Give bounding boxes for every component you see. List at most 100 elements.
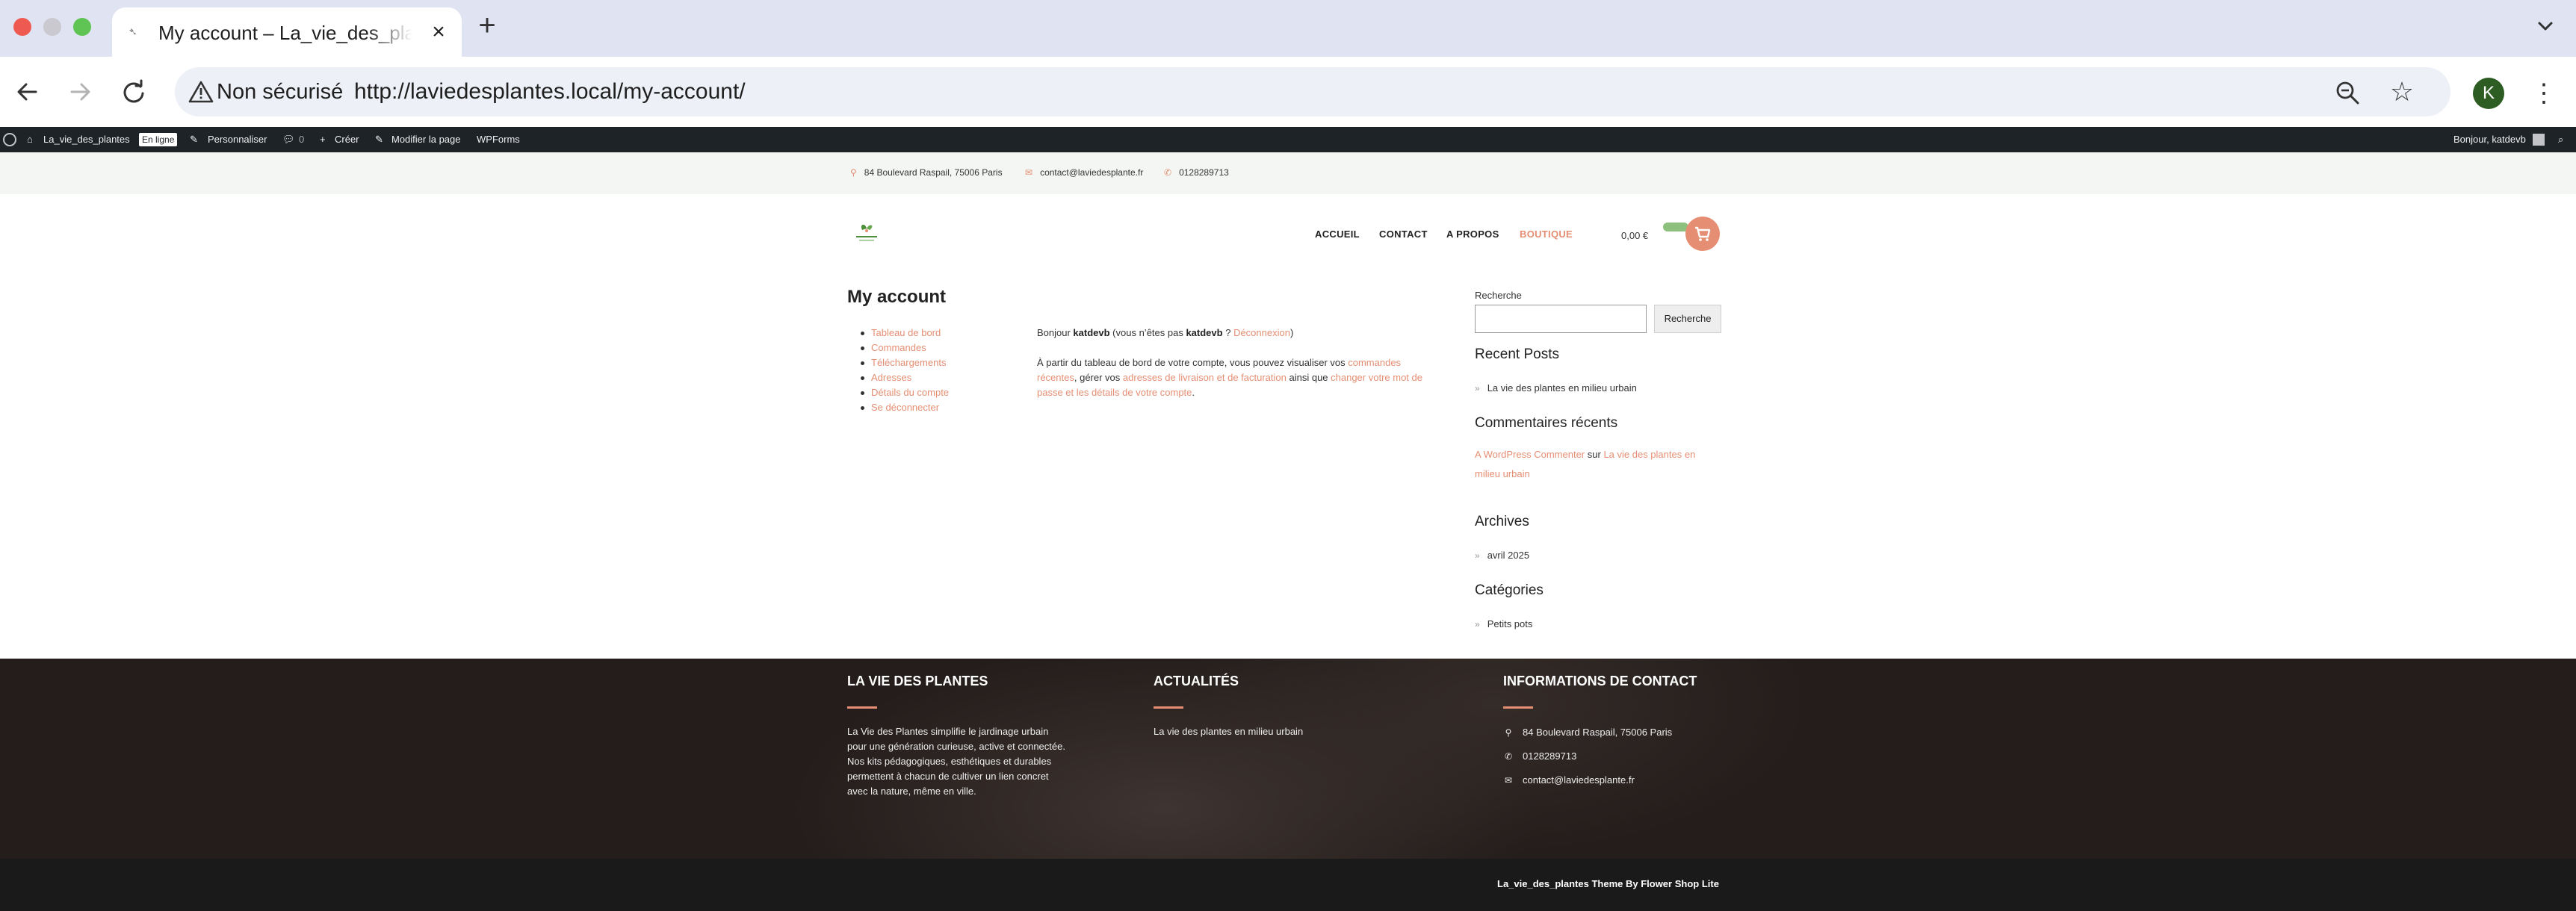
site-footer: LA VIE DES PLANTES La Vie des Plantes si… <box>0 659 2576 859</box>
tab-title: My account – La_vie_des_plantes <box>158 22 412 44</box>
footer-email[interactable]: ✉ contact@laviedesplante.fr <box>1503 774 1635 787</box>
comments-count[interactable]: 0 <box>299 127 304 152</box>
admin-edit-page-link[interactable]: Modifier la page <box>391 127 461 152</box>
footer-news-item[interactable]: La vie des plantes en milieu urbain <box>1154 724 1303 739</box>
site-header: ACCUEIL CONTACT A PROPOS BOUTIQUE 0,00 € <box>0 194 2576 276</box>
phone-icon: ✆ <box>1164 167 1172 178</box>
admin-customize-link[interactable]: Personnaliser <box>208 127 267 152</box>
dashboard-text-2: , gérer vos <box>1074 372 1123 383</box>
cart-icon <box>1695 226 1711 241</box>
active-tab[interactable]: ➴ My account – La_vie_des_plantes × <box>112 7 462 57</box>
address-bar[interactable]: Non sécurisé http://laviedesplantes.loca… <box>175 67 2450 116</box>
brush-icon: ✎ <box>190 134 198 145</box>
dashboard-text-1: À partir du tableau de bord de votre com… <box>1037 357 1349 368</box>
reload-icon[interactable] <box>117 75 151 109</box>
browser-window: ➴ My account – La_vie_des_plantes × + No… <box>0 0 2576 911</box>
footer-divider <box>1154 706 1183 709</box>
kebab-menu-icon[interactable]: ⋮ <box>2531 76 2557 111</box>
footer-phone-text: 0128289713 <box>1523 750 1577 762</box>
greeting-username-2: katdevb <box>1186 327 1223 338</box>
greeting-end: ) <box>1289 327 1294 338</box>
zoom-icon[interactable] <box>2334 79 2361 106</box>
addresses-link[interactable]: adresses de livraison et de facturation <box>1123 372 1287 383</box>
dashboard-description: À partir du tableau de bord de votre com… <box>1037 355 1440 400</box>
security-label[interactable]: Non sécurisé <box>217 78 343 106</box>
footer-phone[interactable]: ✆ 0128289713 <box>1503 750 1576 763</box>
account-nav-orders[interactable]: Commandes <box>860 341 949 355</box>
recent-post-item[interactable]: » La vie des plantes en milieu urbain <box>1475 382 1637 394</box>
footer-credits[interactable]: La_vie_des_plantes Theme By Flower Shop … <box>1497 878 1719 889</box>
topinfo-email[interactable]: ✉ contact@laviedesplante.fr <box>1025 166 1143 179</box>
menu-item-a-propos[interactable]: A PROPOS <box>1446 228 1499 240</box>
account-nav-addresses[interactable]: Adresses <box>860 370 949 385</box>
url-text[interactable]: http://laviedesplantes.local/my-account/ <box>354 78 746 106</box>
comment-author-link[interactable]: A WordPress Commenter <box>1475 449 1585 460</box>
footer-about-text: La Vie des Plantes simplifie le jardinag… <box>847 726 1065 797</box>
admin-site-name[interactable]: La_vie_des_plantes <box>43 127 130 152</box>
warning-icon[interactable] <box>188 80 214 104</box>
topinfo-address-text: 84 Boulevard Raspail, 75006 Paris <box>864 167 1003 178</box>
menu-item-boutique[interactable]: BOUTIQUE <box>1520 228 1573 240</box>
menu-item-accueil[interactable]: ACCUEIL <box>1315 228 1360 240</box>
forward-icon[interactable] <box>63 75 97 109</box>
footer-divider <box>847 706 877 709</box>
window-maximize-button[interactable] <box>73 18 91 36</box>
admin-greeting[interactable]: Bonjour, katdevb <box>2453 127 2526 152</box>
cart-indicator <box>1663 223 1688 231</box>
window-close-button[interactable] <box>13 18 31 36</box>
tab-list-chevron-icon[interactable] <box>2534 15 2557 37</box>
account-nav-logout[interactable]: Se déconnecter <box>860 400 949 415</box>
logout-link[interactable]: Déconnexion <box>1233 327 1290 338</box>
site-logo[interactable] <box>852 220 882 245</box>
account-navigation: Tableau de bord Commandes Téléchargement… <box>860 326 949 415</box>
tab-close-icon[interactable]: × <box>427 21 450 43</box>
search-button[interactable]: Recherche <box>1654 305 1721 333</box>
pencil-icon: ✎ <box>375 134 383 145</box>
footer-bottom-bar: La_vie_des_plantes Theme By Flower Shop … <box>0 859 2576 911</box>
greeting-question: ? <box>1222 327 1234 338</box>
admin-wpforms-link[interactable]: WPForms <box>477 127 520 152</box>
map-marker-icon: ⚲ <box>1505 727 1512 738</box>
url-host: http://laviedesplantes.local <box>354 79 617 104</box>
cart-total[interactable]: 0,00 € <box>1621 230 1648 241</box>
topinfo-phone[interactable]: ✆ 0128289713 <box>1164 166 1229 179</box>
cart-button[interactable] <box>1685 217 1720 251</box>
new-tab-icon[interactable]: + <box>474 10 501 40</box>
plus-icon: + <box>320 134 326 145</box>
dashboard-text-3: ainsi que <box>1286 372 1331 383</box>
bookmark-star-icon[interactable]: ☆ <box>2388 78 2416 106</box>
footer-contact-heading: INFORMATIONS DE CONTACT <box>1503 674 1697 688</box>
greeting-middle: (vous n’êtes pas <box>1109 327 1186 338</box>
search-input[interactable] <box>1475 305 1647 333</box>
greeting-prefix: Bonjour <box>1037 327 1074 338</box>
categories-heading: Catégories <box>1475 582 1544 598</box>
window-minimize-button[interactable] <box>43 18 61 36</box>
category-item[interactable]: » Petits pots <box>1475 618 1532 629</box>
account-nav-downloads[interactable]: Téléchargements <box>860 355 949 370</box>
archive-item[interactable]: » avril 2025 <box>1475 550 1529 561</box>
dashboard-text-4: . <box>1192 387 1195 398</box>
account-nav-account-details[interactable]: Détails du compte <box>860 385 949 400</box>
recent-posts-heading: Recent Posts <box>1475 346 1559 362</box>
topinfo-address: ⚲ 84 Boulevard Raspail, 75006 Paris <box>850 166 1003 179</box>
search-label: Recherche <box>1475 290 1522 301</box>
favicon-icon: ➴ <box>129 25 137 37</box>
wordpress-logo-icon[interactable] <box>3 133 16 146</box>
back-icon[interactable] <box>10 75 45 109</box>
recent-comments-heading: Commentaires récents <box>1475 415 1618 431</box>
chevron-right-icon: » <box>1475 619 1480 629</box>
comment-icon[interactable]: 💬︎ <box>282 127 295 152</box>
admin-avatar[interactable] <box>2533 134 2545 146</box>
profile-avatar[interactable]: K <box>2473 78 2504 109</box>
envelope-icon: ✉ <box>1025 167 1033 178</box>
footer-address-text: 84 Boulevard Raspail, 75006 Paris <box>1523 727 1673 738</box>
map-pin-icon: ⚲ <box>850 167 857 178</box>
menu-item-contact[interactable]: CONTACT <box>1379 228 1428 240</box>
status-badge: En ligne <box>139 133 178 146</box>
url-path: /my-account/ <box>616 79 746 104</box>
admin-create-link[interactable]: Créer <box>335 127 359 152</box>
admin-search-icon[interactable]: ⌕ <box>2558 127 2563 152</box>
account-nav-dashboard[interactable]: Tableau de bord <box>860 326 949 341</box>
greeting-username: katdevb <box>1073 327 1110 338</box>
footer-about-heading: LA VIE DES PLANTES <box>847 674 988 688</box>
